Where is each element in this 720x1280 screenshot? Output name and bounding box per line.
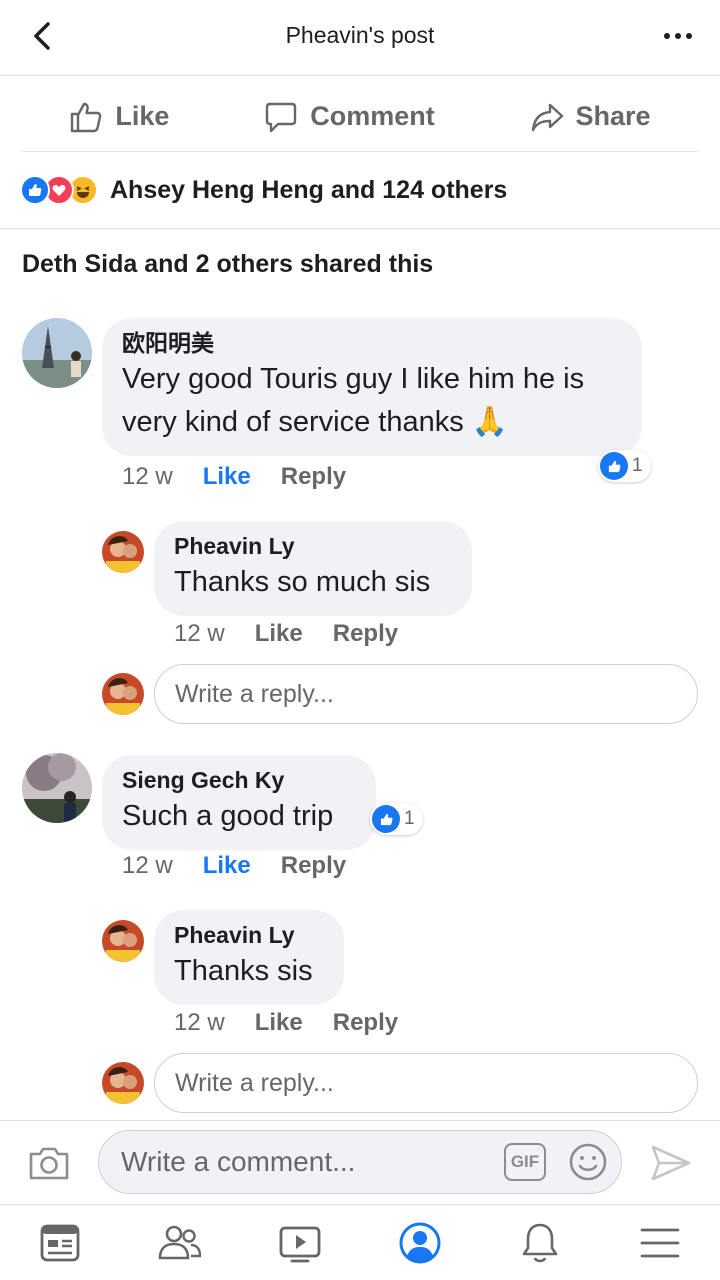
reply-time: 12 w [174, 620, 225, 647]
comment-time: 12 w [122, 463, 173, 490]
share-icon [531, 103, 563, 131]
post-action-bar: Like Comment Share [22, 82, 698, 152]
friends-icon [158, 1225, 202, 1259]
watch-icon [279, 1226, 321, 1262]
comment-label: Comment [310, 101, 435, 131]
reply-reply-button[interactable]: Reply [333, 1009, 398, 1037]
like-button[interactable]: Like [69, 100, 169, 134]
tab-news-feed[interactable] [30, 1213, 90, 1273]
avatar[interactable] [102, 531, 144, 573]
tab-menu[interactable] [630, 1213, 690, 1273]
more-dots-icon [664, 33, 692, 39]
avatar[interactable] [22, 318, 92, 388]
like-count: 1 [404, 808, 415, 829]
comment-time: 12 w [122, 852, 173, 879]
comment-reply-button[interactable]: Reply [281, 852, 346, 880]
reply-author[interactable]: Pheavin Ly [174, 920, 324, 950]
comment-reply-button[interactable]: Reply [281, 463, 346, 491]
like-badge-icon [372, 805, 400, 833]
avatar[interactable] [22, 753, 92, 823]
camera-button[interactable] [26, 1140, 72, 1186]
comment-button[interactable]: Comment [264, 100, 435, 134]
camera-icon [29, 1147, 69, 1180]
reply-input[interactable]: Write a reply... [154, 664, 698, 724]
page-title: Pheavin's post [285, 22, 435, 48]
comment-input-placeholder: Write a comment... [121, 1146, 356, 1177]
comment-author[interactable]: Sieng Gech Ky [122, 765, 356, 795]
share-label: Share [575, 101, 651, 131]
reply-text: Thanks sis [174, 955, 313, 987]
avatar[interactable] [102, 920, 144, 962]
comment-meta: 12 w Like Reply [122, 463, 346, 491]
comment-text: very kind of service thanks 🙏 [122, 406, 508, 438]
thumbs-up-icon [71, 102, 102, 132]
reactions-summary-text: Ahsey Heng Heng and 124 others [110, 175, 508, 204]
comment-bubble[interactable]: Sieng Gech Ky Such a good trip [102, 755, 376, 850]
share-button[interactable]: Share [530, 100, 651, 134]
back-button[interactable] [22, 14, 62, 58]
comment-like-button[interactable]: Like [203, 852, 251, 880]
comment-text: Such a good trip [122, 800, 334, 832]
news-feed-icon [40, 1224, 80, 1261]
like-count: 1 [632, 455, 643, 476]
reply-input-placeholder: Write a reply... [175, 1068, 334, 1097]
reactions-summary[interactable]: Ahsey Heng Heng and 124 others [20, 172, 507, 208]
current-user-avatar [102, 673, 144, 715]
reply-like-button[interactable]: Like [255, 1009, 303, 1037]
reply-bubble[interactable]: Pheavin Ly Thanks so much sis [154, 521, 472, 616]
reply-text: Thanks so much sis [174, 566, 431, 598]
emoji-button[interactable] [568, 1142, 608, 1182]
current-user-avatar [102, 1062, 144, 1104]
bottom-tab-bar [0, 1204, 720, 1280]
gif-button[interactable]: GIF [504, 1143, 546, 1181]
reply-input-placeholder: Write a reply... [175, 679, 334, 708]
reply-input[interactable]: Write a reply... [154, 1053, 698, 1113]
reply-meta: 12 w Like Reply [174, 1009, 398, 1037]
send-icon [651, 1145, 691, 1181]
comment-like-count[interactable]: 1 [598, 450, 651, 482]
like-reaction-icon [20, 175, 50, 205]
tab-watch[interactable] [270, 1213, 330, 1273]
like-badge-icon [600, 452, 628, 480]
notifications-icon [522, 1223, 558, 1262]
reply-bubble[interactable]: Pheavin Ly Thanks sis [154, 910, 344, 1005]
comment-author[interactable]: 欧阳明美 [122, 328, 622, 358]
tab-friends[interactable] [150, 1213, 210, 1273]
comment-text: Very good Touris guy I like him he is [122, 363, 585, 395]
divider [0, 228, 720, 229]
chevron-left-icon [34, 22, 50, 50]
tab-notifications[interactable] [510, 1213, 570, 1273]
menu-icon [640, 1228, 680, 1257]
comment-meta: 12 w Like Reply [122, 852, 346, 880]
reply-time: 12 w [174, 1009, 225, 1036]
send-button[interactable] [648, 1140, 694, 1186]
comment-icon [266, 102, 297, 132]
more-options-button[interactable] [650, 18, 706, 54]
shares-summary[interactable]: Deth Sida and 2 others shared this [22, 250, 433, 279]
comment-like-count[interactable]: 1 [370, 803, 423, 835]
profile-icon [399, 1222, 441, 1263]
reply-reply-button[interactable]: Reply [333, 620, 398, 648]
tab-profile[interactable] [390, 1213, 450, 1273]
emoji-icon [569, 1143, 607, 1181]
reply-author[interactable]: Pheavin Ly [174, 531, 452, 561]
reply-like-button[interactable]: Like [255, 620, 303, 648]
reply-meta: 12 w Like Reply [174, 620, 398, 648]
like-label: Like [115, 101, 170, 131]
comment-bubble[interactable]: 欧阳明美 Very good Touris guy I like him he … [102, 318, 642, 456]
comment-like-button[interactable]: Like [203, 463, 251, 491]
